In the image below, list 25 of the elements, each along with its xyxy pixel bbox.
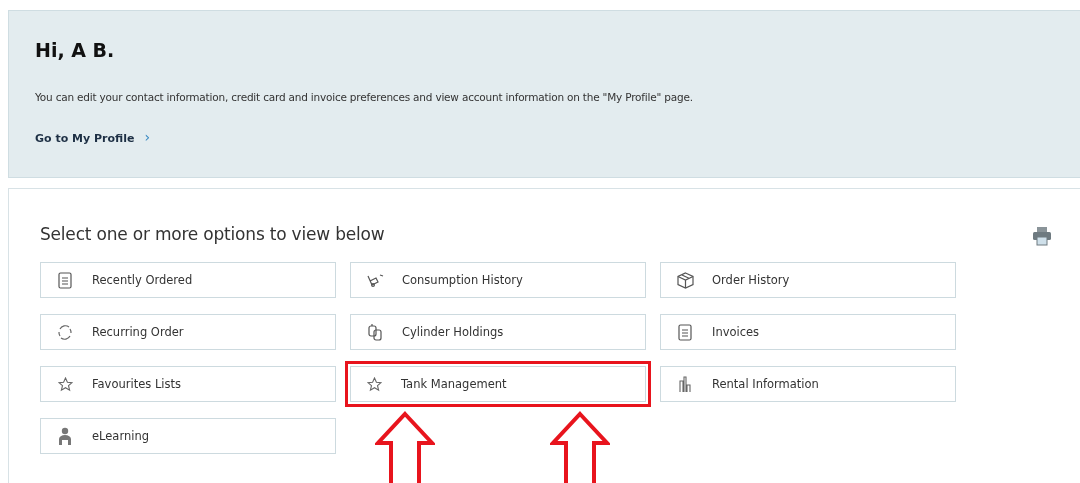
profile-link[interactable]: Go to My Profile › [35,129,151,145]
option-button[interactable]: Recurring Order [40,314,336,350]
option-button[interactable]: Rental Information [660,366,956,402]
option-button[interactable]: Recently Ordered [40,262,336,298]
refresh-icon [57,323,73,341]
option-button[interactable]: Favourites Lists [40,366,336,402]
hand-truck-icon [366,273,384,287]
option-button[interactable]: Tank Management [345,361,651,407]
option-button[interactable]: Consumption History [350,262,646,298]
options-title: Select one or more options to view below [40,224,385,244]
star-icon [366,376,382,392]
buildings-icon [679,375,691,393]
box-icon [676,271,694,289]
star-icon [57,376,73,392]
person-icon [58,427,72,445]
option-button[interactable]: Order History [660,262,956,298]
option-button[interactable]: Cylinder Holdings [350,314,646,350]
option-button[interactable]: eLearning [40,418,336,454]
print-icon[interactable] [1032,226,1052,246]
option-button[interactable]: Invoices [660,314,956,350]
document-icon [678,323,692,341]
cylinders-icon [368,323,382,341]
greeting-title: Hi, A B. [35,39,116,61]
profile-description: You can edit your contact information, credit card and invoice preferences and view account information on the "My Profile" page. [35,91,694,103]
document-icon [58,271,72,289]
